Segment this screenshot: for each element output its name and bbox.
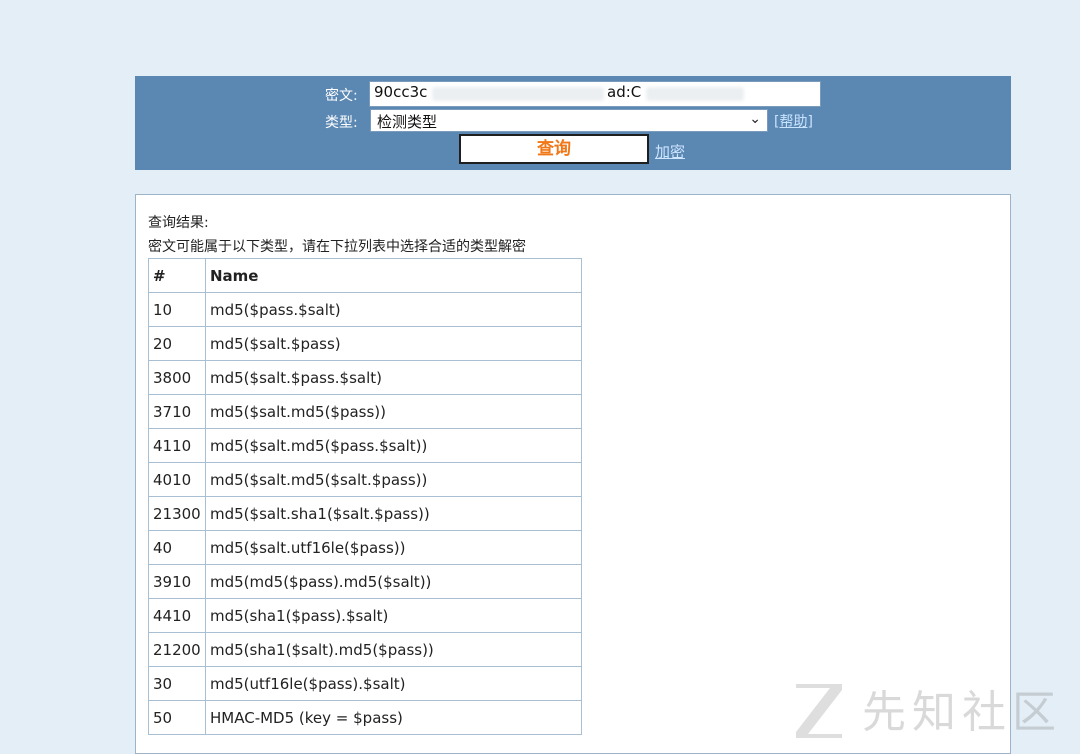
hash-type-name: md5($salt.md5($pass)) xyxy=(205,394,582,429)
hash-type-table: # Name 10 md5($pass.$salt) 20 md5($salt.$pa… xyxy=(148,258,582,735)
help-link-text: [帮助] xyxy=(774,114,813,130)
hash-type-name: md5($salt.md5($salt.$pass)) xyxy=(205,462,582,497)
hash-type-name: md5($salt.sha1($salt.$pass)) xyxy=(205,496,582,531)
watermark-logo: 先知社区 xyxy=(790,676,1080,743)
hash-type-name: md5(sha1($pass).$salt) xyxy=(205,598,582,633)
column-header-name: Name xyxy=(205,258,582,293)
hash-mode-id: 21200 xyxy=(148,632,206,667)
table-row: 3710 md5($salt.md5($pass)) xyxy=(148,394,582,429)
hash-type-name: md5(sha1($salt).md5($pass)) xyxy=(205,632,582,667)
hash-type-name: md5(md5($pass).md5($salt)) xyxy=(205,564,582,599)
hash-mode-id: 4010 xyxy=(148,462,206,497)
table-row: 50 HMAC-MD5 (key = $pass) xyxy=(148,700,582,735)
hash-mode-id: 50 xyxy=(148,700,206,735)
redacted-region xyxy=(646,87,744,101)
encrypt-link[interactable]: 加密 xyxy=(655,141,685,162)
hash-mode-id: 21300 xyxy=(148,496,206,531)
hash-type-name: md5($salt.$pass) xyxy=(205,326,582,361)
hash-mode-id: 20 xyxy=(148,326,206,361)
cipher-value: 90cc3c xyxy=(374,83,428,101)
hash-type-name: md5(utf16le($pass).$salt) xyxy=(205,666,582,701)
query-button[interactable]: 查询 xyxy=(459,134,649,164)
watermark-text: 先知社区 xyxy=(862,687,1062,738)
chevron-down-icon: ⌄ xyxy=(749,111,761,127)
table-header-row: # Name xyxy=(148,258,582,293)
cipher-label: 密文: xyxy=(325,88,358,104)
type-select[interactable]: 检测类型 ⌄ xyxy=(370,109,768,132)
hash-mode-id: 3910 xyxy=(148,564,206,599)
help-link[interactable]: [帮助] xyxy=(774,111,813,131)
table-row: 21200 md5(sha1($salt).md5($pass)) xyxy=(148,632,582,667)
hash-type-name: md5($pass.$salt) xyxy=(205,292,582,327)
result-description: 密文可能属于以下类型，请在下拉列表中选择合适的类型解密 xyxy=(148,239,526,255)
table-row: 40 md5($salt.utf16le($pass)) xyxy=(148,530,582,565)
hash-type-name: md5($salt.utf16le($pass)) xyxy=(205,530,582,565)
table-row: 30 md5(utf16le($pass).$salt) xyxy=(148,666,582,701)
hash-mode-id: 4110 xyxy=(148,428,206,463)
hash-mode-id: 30 xyxy=(148,666,206,701)
table-row: 3910 md5(md5($pass).md5($salt)) xyxy=(148,564,582,599)
hash-mode-id: 4410 xyxy=(148,598,206,633)
hash-mode-id: 3710 xyxy=(148,394,206,429)
table-row: 20 md5($salt.$pass) xyxy=(148,326,582,361)
table-row: 10 md5($pass.$salt) xyxy=(148,292,582,327)
table-row: 3800 md5($salt.$pass.$salt) xyxy=(148,360,582,395)
type-selected-value: 检测类型 xyxy=(377,113,438,131)
hash-type-name: HMAC-MD5 (key = $pass) xyxy=(205,700,582,735)
type-label: 类型: xyxy=(325,115,358,131)
table-row: 21300 md5($salt.sha1($salt.$pass)) xyxy=(148,496,582,531)
redacted-region xyxy=(432,87,604,101)
cipher-value-tail: ad:C xyxy=(607,83,642,101)
hash-mode-id: 40 xyxy=(148,530,206,565)
hash-mode-id: 10 xyxy=(148,292,206,327)
result-title: 查询结果: xyxy=(148,215,209,231)
hash-type-name: md5($salt.md5($pass.$salt)) xyxy=(205,428,582,463)
cipher-input[interactable]: 90cc3c ad:C xyxy=(369,81,821,107)
table-row: 4010 md5($salt.md5($salt.$pass)) xyxy=(148,462,582,497)
column-header-id: # xyxy=(148,258,206,293)
table-row: 4410 md5(sha1($pass).$salt) xyxy=(148,598,582,633)
watermark-logo-icon xyxy=(796,684,842,738)
hash-mode-id: 3800 xyxy=(148,360,206,395)
table-row: 4110 md5($salt.md5($pass.$salt)) xyxy=(148,428,582,463)
hash-type-name: md5($salt.$pass.$salt) xyxy=(205,360,582,395)
